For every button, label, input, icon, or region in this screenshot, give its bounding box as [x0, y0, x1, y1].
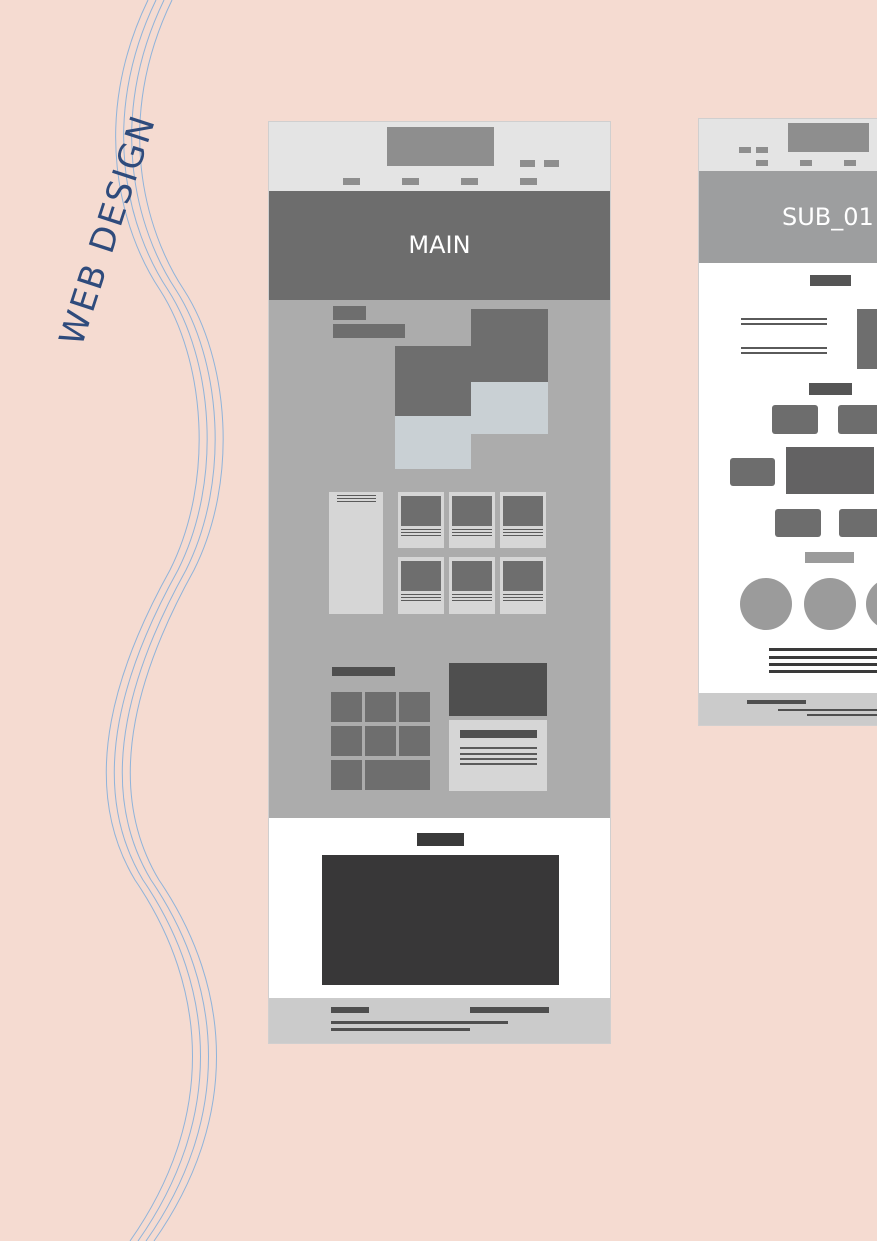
logo-placeholder [788, 123, 869, 152]
tile [365, 692, 396, 722]
card [500, 492, 546, 548]
main-hero-banner: MAIN [269, 191, 610, 300]
mockup-footer [269, 998, 610, 1043]
section-subtitle [333, 324, 405, 338]
section-heading [332, 667, 395, 676]
card [449, 557, 495, 614]
mockup-header [269, 122, 610, 191]
card [500, 557, 546, 614]
image-block-light [471, 382, 548, 434]
side-text-panel [329, 492, 383, 614]
tile-wide [365, 760, 430, 790]
sub-hero-banner: SUB_01 [699, 171, 877, 263]
sub-hero-title: SUB_01 [782, 203, 874, 231]
video-section [269, 818, 610, 998]
tile [331, 692, 362, 722]
speech-bubble [772, 405, 818, 434]
image-block-dark [471, 309, 548, 382]
util-link [520, 160, 535, 167]
card [398, 557, 444, 614]
logo-placeholder [387, 127, 494, 166]
image-block-light [395, 416, 471, 469]
info-image [449, 663, 547, 716]
circle-item [866, 578, 877, 630]
nav-item [402, 178, 419, 185]
image-block-dark [395, 346, 471, 416]
speech-bubble [730, 458, 775, 486]
diagram-center [786, 447, 874, 494]
circle-item [804, 578, 856, 630]
sub-footer [699, 693, 877, 725]
speech-bubble [775, 509, 821, 537]
info-panel [449, 720, 547, 791]
main-page-mockup: MAIN [268, 121, 611, 1044]
tile [365, 726, 396, 756]
tile [331, 726, 362, 756]
sub-page-mockup: SUB_01 [698, 118, 877, 726]
tile [331, 760, 362, 790]
video-placeholder [322, 855, 559, 985]
speech-bubble [839, 509, 877, 537]
nav-item [343, 178, 360, 185]
nav-item [520, 178, 537, 185]
card [449, 492, 495, 548]
util-link [544, 160, 559, 167]
card [398, 492, 444, 548]
speech-bubble [838, 405, 877, 434]
circle-item [740, 578, 792, 630]
sub-header [699, 119, 877, 171]
nav-item [461, 178, 478, 185]
section-heading [417, 833, 464, 846]
section-label [333, 306, 366, 320]
mockup-content-area [269, 300, 610, 818]
tile [399, 726, 430, 756]
tile [399, 692, 430, 722]
